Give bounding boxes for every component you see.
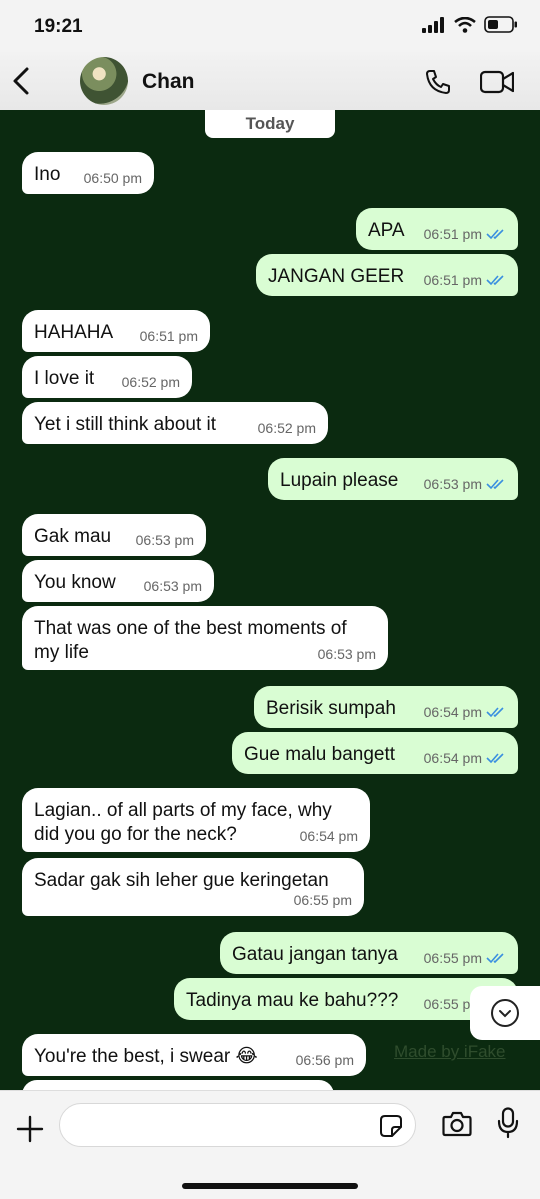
status-time: 19:21 (34, 16, 83, 37)
status-bar: 19:21 (0, 0, 540, 52)
message-time: 06:53 pm (423, 476, 482, 492)
message-time: 06:52 pm (257, 420, 316, 436)
chevron-down-icon (491, 999, 519, 1027)
message-composer (0, 1090, 540, 1199)
message-time: 06:52 pm (121, 374, 180, 390)
message-time: 06:56 pm (295, 1052, 354, 1068)
read-receipt-icon (486, 952, 506, 964)
phone-icon[interactable] (424, 68, 452, 96)
battery-icon (484, 16, 517, 33)
read-receipt-icon (486, 706, 506, 718)
message-bubble-outgoing[interactable]: JANGAN GEER 06:51 pm (256, 254, 518, 296)
message-bubble-incoming[interactable]: That was one of the best moments of my l… (22, 606, 388, 670)
sticker-icon[interactable] (379, 1114, 403, 1138)
message-time: 06:53 pm (143, 578, 202, 594)
read-receipt-icon (486, 228, 506, 240)
message-bubble-incoming[interactable]: Sadar gak sih leher gue keringetan 06:55… (22, 858, 364, 916)
message-bubble-incoming[interactable]: Ino 06:50 pm (22, 152, 154, 194)
call-actions (424, 68, 514, 96)
plus-icon[interactable] (16, 1115, 44, 1143)
message-bubble-incoming[interactable]: I love it 06:52 pm (22, 356, 192, 398)
message-time: 06:55 pm (423, 950, 482, 966)
microphone-icon[interactable] (497, 1107, 519, 1139)
message-time: 06:53 pm (135, 532, 194, 548)
home-indicator (182, 1183, 358, 1189)
contact-name[interactable]: Chan (142, 70, 195, 94)
contact-avatar[interactable] (80, 57, 128, 105)
message-bubble-outgoing[interactable]: Berisik sumpah 06:54 pm (254, 686, 518, 728)
chat-header: Chan (0, 52, 540, 110)
message-bubble-incoming[interactable]: Gak mau 06:53 pm (22, 514, 206, 556)
message-bubble-outgoing[interactable]: Gue malu bangett 06:54 pm (232, 732, 518, 774)
message-bubble-incoming[interactable]: Lagian.. of all parts of my face, why di… (22, 788, 370, 852)
message-time: 06:50 pm (83, 170, 142, 186)
scroll-to-bottom-button[interactable] (470, 986, 540, 1040)
message-bubble-outgoing[interactable]: Tadinya mau ke bahu??? 06:55 pm (174, 978, 518, 1020)
cellular-signal-icon (422, 16, 444, 33)
message-bubble-incoming[interactable]: HAHAHA 06:51 pm (22, 310, 210, 352)
message-input[interactable] (59, 1103, 416, 1147)
message-bubble-incoming[interactable]: Yet i still think about it 06:52 pm (22, 402, 328, 444)
camera-icon[interactable] (442, 1111, 472, 1137)
message-bubble-incoming[interactable]: You're the best, i swear 😂 06:56 pm (22, 1034, 366, 1076)
back-arrow-icon[interactable] (10, 66, 34, 96)
message-time: 06:51 pm (423, 272, 482, 288)
message-time: 06:53 pm (317, 646, 376, 662)
wifi-icon (454, 16, 476, 33)
watermark-link[interactable]: Made by iFake (394, 1042, 506, 1062)
message-time: 06:51 pm (139, 328, 198, 344)
read-receipt-icon (486, 274, 506, 286)
message-bubble-outgoing[interactable]: Lupain please 06:53 pm (268, 458, 518, 500)
message-time: 06:54 pm (423, 750, 482, 766)
message-time: 06:54 pm (423, 704, 482, 720)
read-receipt-icon (486, 478, 506, 490)
message-time: 06:54 pm (299, 828, 358, 844)
message-bubble-outgoing[interactable]: APA 06:51 pm (356, 208, 518, 250)
message-text: Sadar gak sih leher gue keringetan (34, 870, 329, 891)
date-chip: Today (205, 110, 335, 138)
status-icons (422, 16, 518, 33)
read-receipt-icon (486, 752, 506, 764)
message-time: 06:55 pm (293, 892, 352, 908)
message-bubble-incoming[interactable]: You know 06:53 pm (22, 560, 214, 602)
message-time: 06:51 pm (423, 226, 482, 242)
video-call-icon[interactable] (480, 70, 514, 94)
message-bubble-outgoing[interactable]: Gatau jangan tanya 06:55 pm (220, 932, 518, 974)
